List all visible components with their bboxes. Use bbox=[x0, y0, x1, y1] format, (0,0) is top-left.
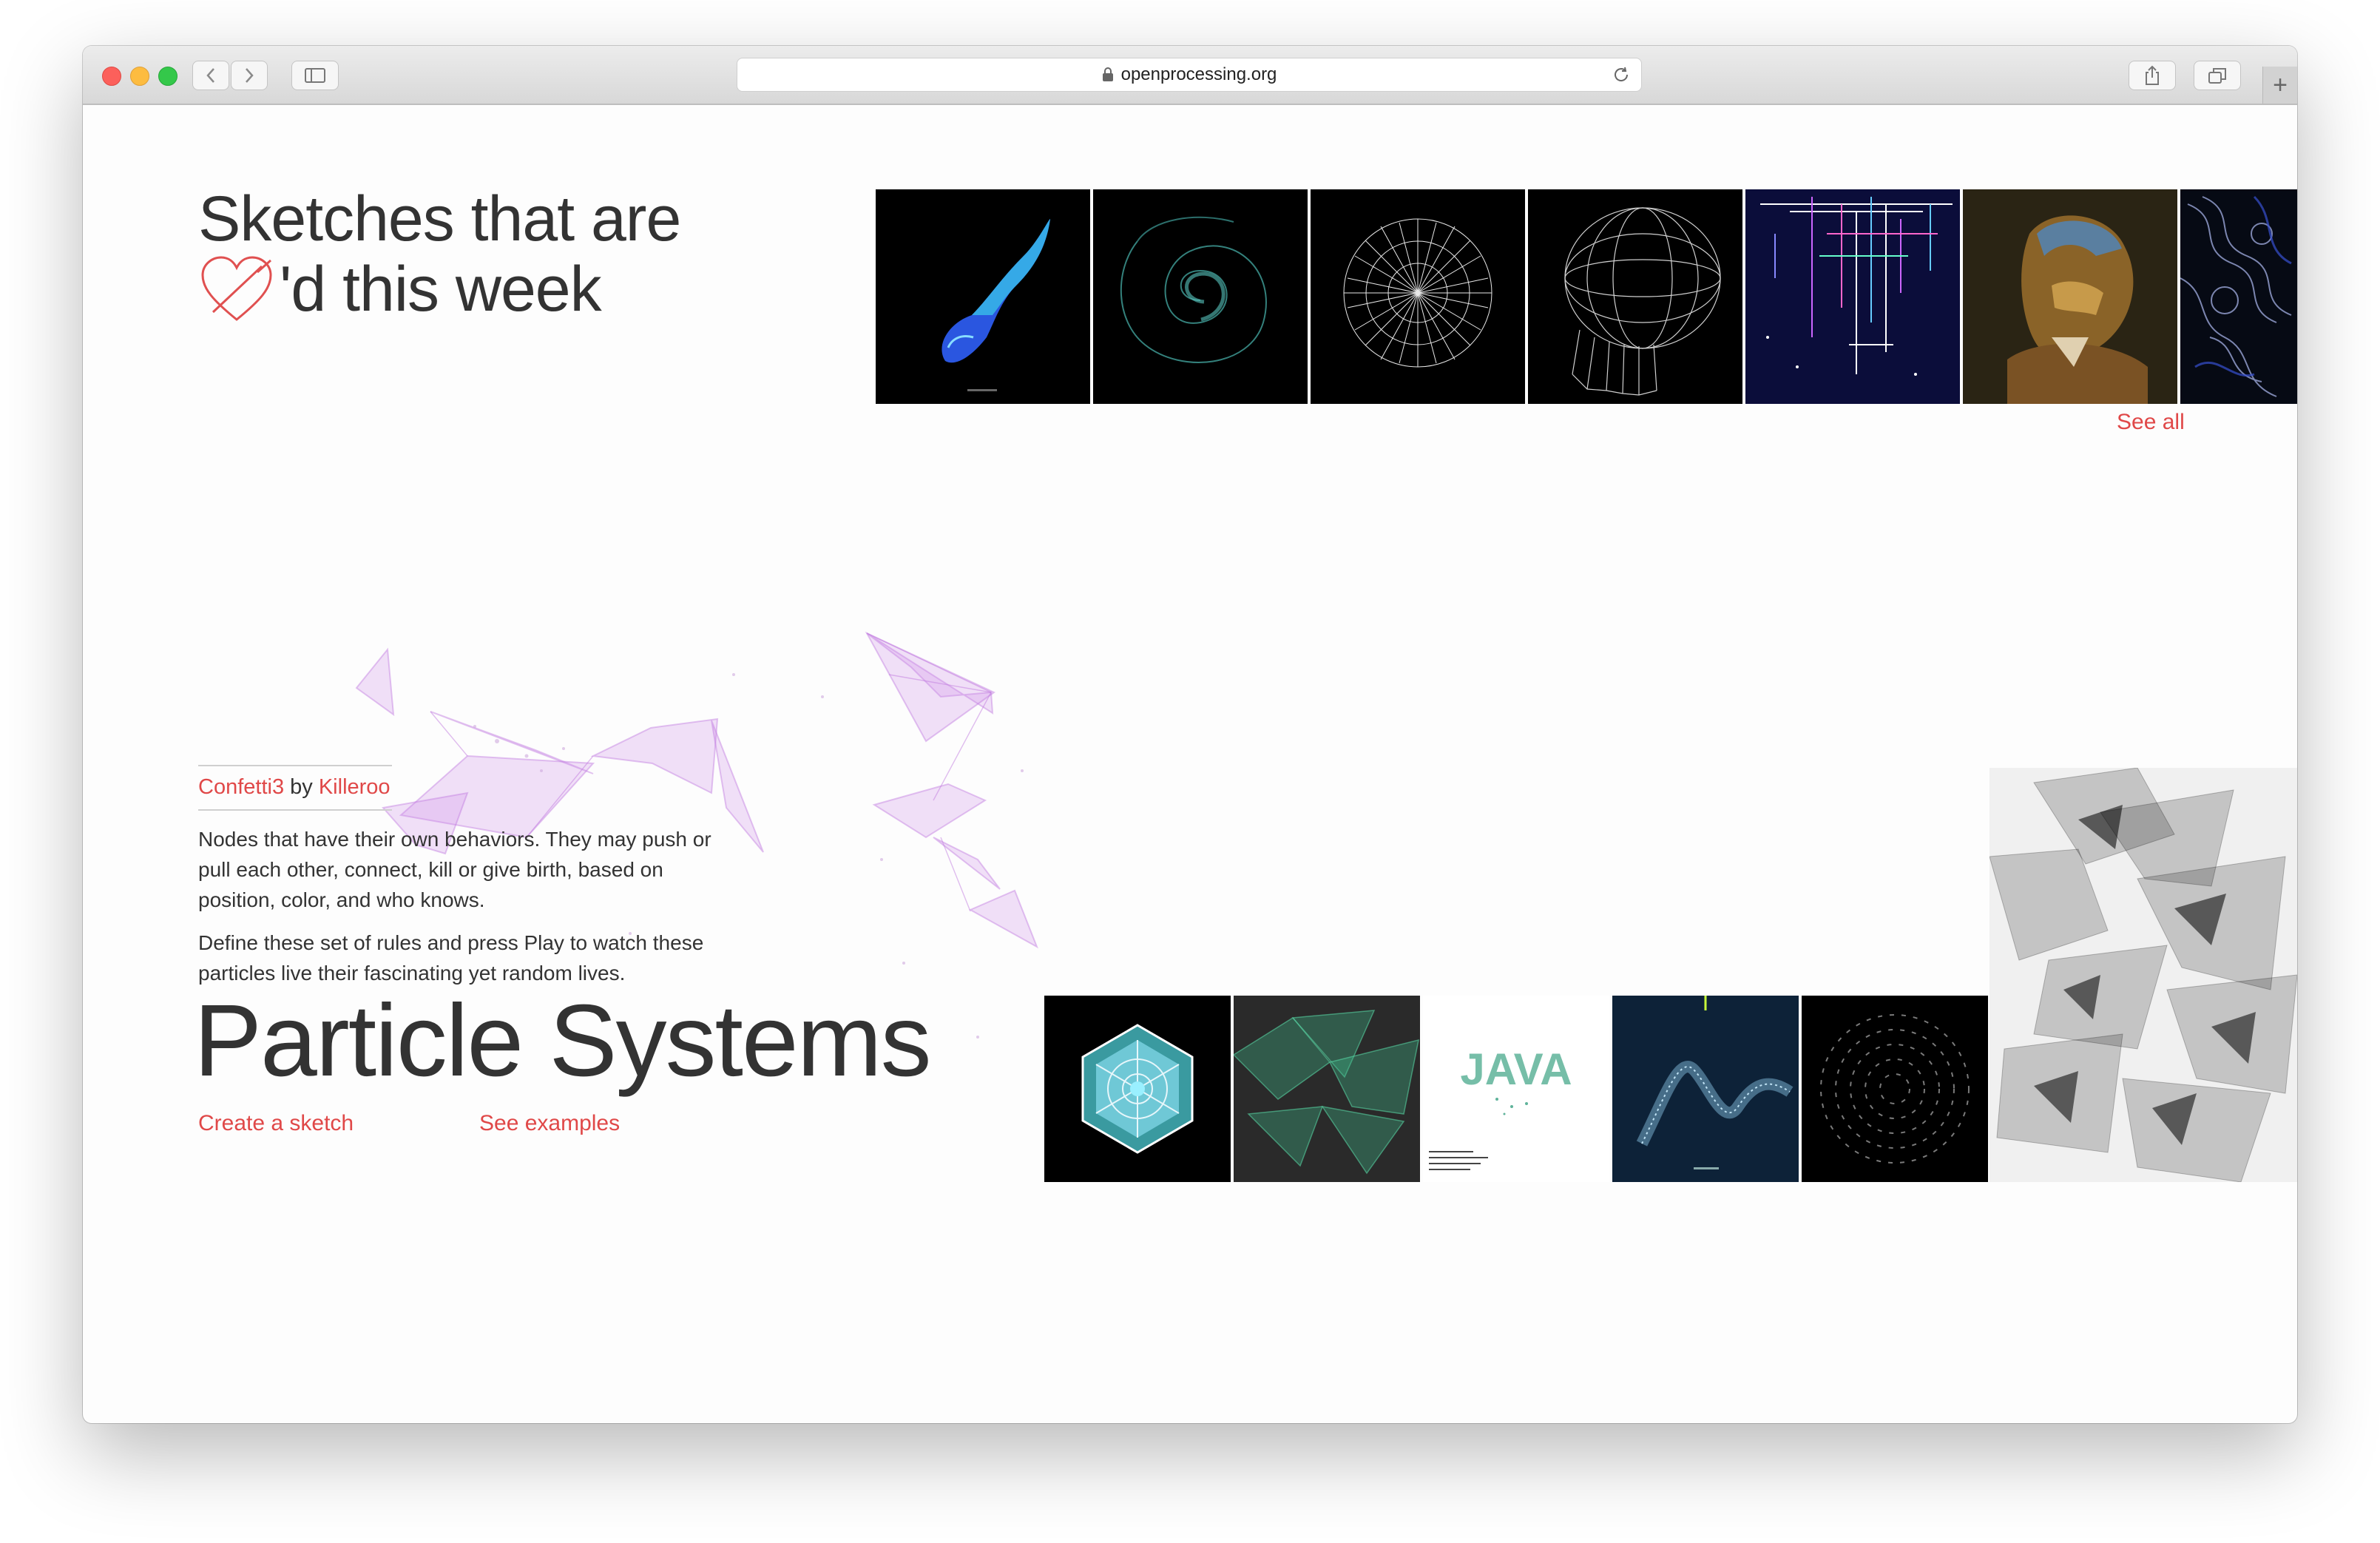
sketch-thumbnail[interactable] bbox=[1093, 189, 1308, 404]
new-tab-button[interactable]: + bbox=[2262, 67, 2297, 104]
browser-toolbar: openprocessing.org + bbox=[83, 46, 2297, 105]
url-text: openprocessing.org bbox=[1120, 64, 1277, 84]
feature-description: Nodes that have their own behaviors. The… bbox=[198, 828, 711, 911]
reload-icon[interactable] bbox=[1612, 65, 1631, 84]
divider bbox=[198, 809, 392, 811]
featured-sketch-preview[interactable] bbox=[1989, 768, 2297, 1182]
sketch-thumbnail[interactable] bbox=[1311, 189, 1525, 404]
hero-suffix: 'd this week bbox=[280, 254, 602, 325]
share-icon bbox=[2146, 65, 2159, 85]
sketch-thumbnail[interactable] bbox=[2180, 189, 2297, 404]
hero-title: Sketches that are bbox=[198, 183, 681, 254]
back-icon bbox=[206, 68, 214, 83]
feature-description-2: Define these set of rules and press Play… bbox=[198, 931, 704, 985]
page-content: Sketches that are 'd this week See all C… bbox=[83, 105, 2297, 1423]
new-tab-icon: + bbox=[2273, 70, 2288, 99]
example-thumbnail[interactable] bbox=[1802, 996, 1988, 1182]
see-examples-link[interactable]: See examples bbox=[479, 1111, 620, 1136]
example-thumbnail[interactable]: JAVA bbox=[1423, 996, 1609, 1182]
show-tabs-button[interactable] bbox=[2194, 61, 2241, 90]
tabs-icon bbox=[2208, 68, 2226, 84]
sidebar-icon bbox=[305, 68, 325, 83]
address-bar[interactable]: openprocessing.org bbox=[737, 58, 1642, 92]
zoom-window-button[interactable] bbox=[158, 67, 178, 86]
forward-icon bbox=[246, 68, 254, 83]
particle-examples-strip: JAVA bbox=[1044, 996, 1991, 1182]
author-link[interactable]: Killeroo bbox=[319, 775, 391, 799]
see-all-link[interactable]: See all bbox=[2117, 410, 2185, 435]
sketch-thumbnail[interactable] bbox=[1963, 189, 2177, 404]
feature-title: Particle Systems bbox=[194, 984, 932, 1098]
sidebar-button[interactable] bbox=[291, 61, 339, 90]
create-sketch-link[interactable]: Create a sketch bbox=[198, 1111, 354, 1136]
java-sketch-text: JAVA bbox=[1460, 1044, 1572, 1094]
lock-icon bbox=[1102, 67, 1113, 81]
by-label: by bbox=[290, 775, 313, 799]
loved-sketches-strip bbox=[876, 189, 2297, 404]
back-button[interactable] bbox=[192, 61, 229, 90]
hero-subtitle: 'd this week bbox=[198, 253, 602, 326]
minimize-window-button[interactable] bbox=[130, 67, 149, 86]
example-thumbnail[interactable] bbox=[1234, 996, 1420, 1182]
sketch-thumbnail[interactable] bbox=[1745, 189, 1960, 404]
sketch-name-link[interactable]: Confetti3 bbox=[198, 775, 284, 799]
sketch-thumbnail[interactable] bbox=[876, 189, 1090, 404]
share-button[interactable] bbox=[2129, 61, 2176, 90]
example-thumbnail[interactable] bbox=[1044, 996, 1231, 1182]
sketch-credit: Confetti3 by Killeroo bbox=[198, 775, 391, 800]
divider bbox=[198, 765, 392, 766]
sketch-thumbnail[interactable] bbox=[1528, 189, 1742, 404]
example-thumbnail[interactable] bbox=[1612, 996, 1799, 1182]
heart-icon bbox=[201, 255, 272, 321]
browser-window: openprocessing.org + Sketches that are '… bbox=[83, 46, 2297, 1423]
forward-button[interactable] bbox=[231, 61, 268, 90]
close-window-button[interactable] bbox=[102, 67, 121, 86]
